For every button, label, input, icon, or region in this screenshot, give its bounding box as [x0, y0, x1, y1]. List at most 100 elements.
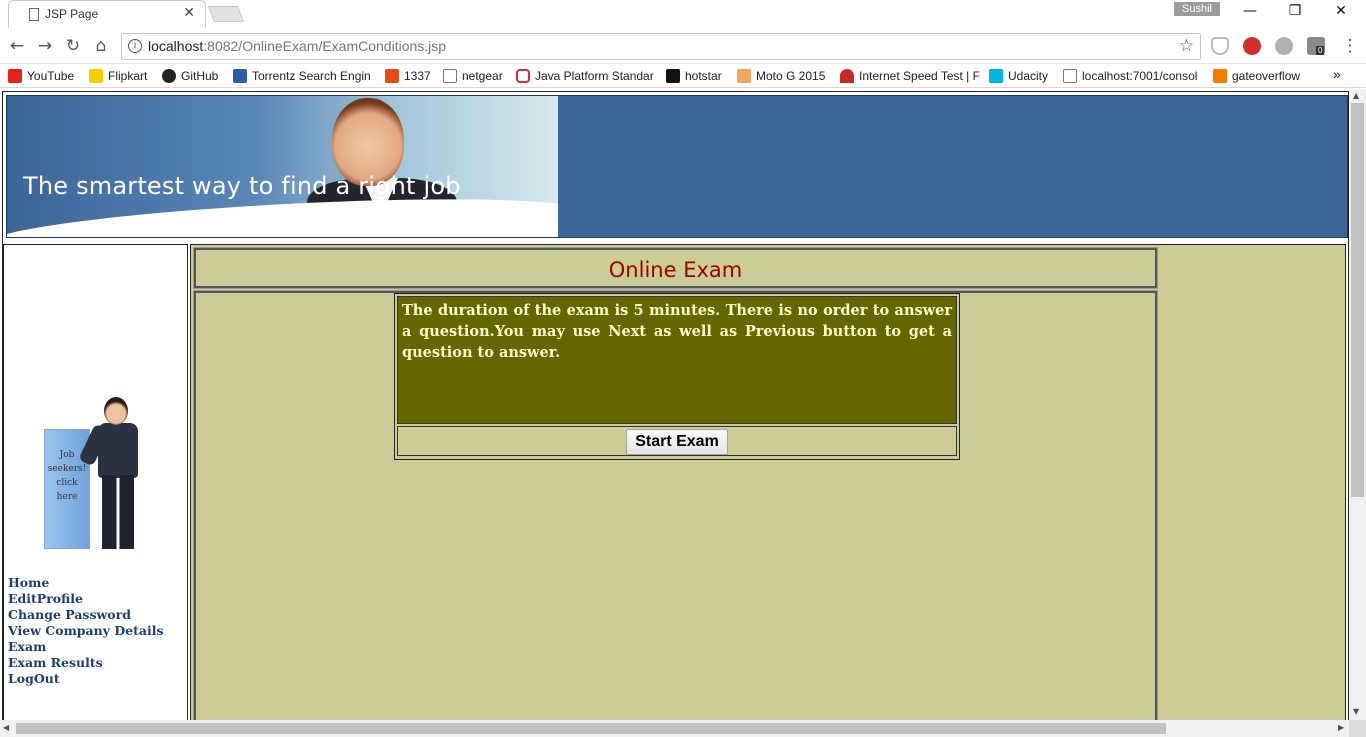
bookmark-label: 1337 — [404, 69, 431, 83]
body-cell: The duration of the exam is 5 minutes. T… — [193, 290, 1158, 720]
bookmark-label: GitHub — [181, 69, 219, 83]
bookmark-speedtest[interactable]: Internet Speed Test | F — [840, 67, 980, 85]
home-icon[interactable]: ⌂ — [89, 34, 113, 58]
torrentz-icon — [233, 69, 247, 83]
banner-tagline: The smartest way to find a right job — [23, 172, 461, 200]
scroll-right-icon[interactable]: ▶ — [1338, 723, 1344, 732]
bookmarks-bar: YouTube Flipkart GitHub Torrentz Search … — [0, 64, 1366, 88]
adblock-icon[interactable] — [1243, 37, 1261, 55]
bookmark-udacity[interactable]: Udacity — [989, 67, 1048, 85]
address-bar[interactable]: i localhost:8082/OnlineExam/ExamConditio… — [121, 33, 1201, 60]
restore-icon[interactable]: ❐ — [1280, 3, 1310, 23]
bookmark-label: Udacity — [1008, 69, 1049, 83]
bookmark-star-icon[interactable]: ☆ — [1179, 36, 1194, 56]
bookmark-label: netgear — [462, 69, 503, 83]
nav-link-logout[interactable]: LogOut — [8, 671, 164, 687]
start-exam-button[interactable]: Start Exam — [626, 429, 728, 455]
vertical-scrollbar[interactable]: ▲ ▼ — [1349, 89, 1366, 720]
nav-link-exam[interactable]: Exam — [8, 639, 164, 655]
forward-icon[interactable]: → — [33, 34, 57, 58]
page-viewport: The smartest way to find a right job Job… — [0, 89, 1349, 720]
main-content: Online Exam The duration of the exam is … — [190, 244, 1346, 720]
bookmark-1337[interactable]: 1337 — [385, 67, 431, 85]
bookmark-github[interactable]: GitHub — [162, 67, 218, 85]
oracle-icon — [516, 69, 530, 83]
bookmark-hotstar[interactable]: hotstar — [666, 67, 722, 85]
url-text[interactable]: localhost:8082/OnlineExam/ExamConditions… — [148, 38, 446, 54]
chrome-menu-icon[interactable]: ⋮ — [1338, 34, 1362, 58]
bookmark-youtube[interactable]: YouTube — [8, 67, 74, 85]
more-bookmarks-icon[interactable]: » — [1333, 66, 1341, 82]
bookmark-torrentz[interactable]: Torrentz Search Engin — [233, 67, 371, 85]
hotstar-icon — [666, 69, 680, 83]
close-tab-icon[interactable]: ✕ — [183, 5, 195, 21]
bookmark-label: Torrentz Search Engin — [252, 69, 371, 83]
start-button-row: Start Exam — [397, 426, 957, 456]
reload-icon[interactable]: ↻ — [61, 34, 85, 58]
bookmark-label: YouTube — [27, 69, 75, 83]
banner-image: The smartest way to find a right job — [7, 96, 558, 237]
youtube-icon — [8, 69, 22, 83]
ad-person-legs — [102, 475, 134, 549]
bookmark-label: localhost:7001/consol — [1082, 69, 1198, 83]
bookmark-netgear[interactable]: netgear — [443, 67, 503, 85]
page-title: Online Exam — [608, 258, 743, 282]
tab-strip: JSP Page ✕ Sushil — ❐ ✕ — [0, 0, 1366, 28]
shield-icon[interactable] — [1211, 37, 1229, 55]
profile-name[interactable]: Sushil — [1174, 2, 1220, 16]
bookmark-label: Flipkart — [108, 69, 148, 83]
page-icon — [443, 69, 457, 83]
url-path: :8082/OnlineExam/ExamConditions.jsp — [203, 38, 447, 54]
scroll-up-icon[interactable]: ▲ — [1353, 91, 1359, 100]
horizontal-scroll-thumb[interactable] — [16, 723, 1166, 734]
speedometer-icon — [840, 69, 854, 83]
page-icon — [1063, 69, 1077, 83]
close-window-icon[interactable]: ✕ — [1326, 3, 1356, 23]
exam-conditions-text: The duration of the exam is 5 minutes. T… — [397, 296, 957, 424]
ad-person-head — [104, 397, 128, 425]
extension-icon[interactable] — [1275, 37, 1293, 55]
site-info-icon[interactable]: i — [128, 39, 142, 53]
bookmark-label: Java Platform Standar — [535, 69, 654, 83]
page-icon — [29, 8, 39, 21]
browser-toolbar: ← → ↻ ⌂ i localhost:8082/OnlineExam/Exam… — [0, 28, 1366, 64]
nav-link-edit-profile[interactable]: EditProfile — [8, 591, 164, 607]
bookmark-label: hotstar — [685, 69, 722, 83]
sidebar: Job seekers! click here Home EditProfile… — [3, 244, 188, 720]
udacity-icon — [989, 69, 1003, 83]
scroll-down-icon[interactable]: ▼ — [1353, 707, 1359, 716]
tab-title: JSP Page — [45, 7, 99, 21]
browser-tab[interactable]: JSP Page ✕ — [8, 0, 206, 28]
right-column — [1160, 245, 1345, 720]
bookmark-localhost[interactable]: localhost:7001/consol — [1063, 67, 1197, 85]
exam-conditions-table: The duration of the exam is 5 minutes. T… — [394, 293, 960, 460]
bookmark-flipkart[interactable]: Flipkart — [89, 67, 147, 85]
nav-link-exam-results[interactable]: Exam Results — [8, 655, 164, 671]
github-icon — [162, 69, 176, 83]
extension-badge-icon[interactable]: 0 — [1307, 37, 1325, 55]
scroll-left-icon[interactable]: ◀ — [3, 723, 9, 732]
job-seekers-ad[interactable]: Job seekers! click here — [12, 395, 157, 555]
title-cell: Online Exam — [193, 247, 1158, 289]
bookmark-moto[interactable]: Moto G 2015 — [737, 67, 825, 85]
bookmark-java[interactable]: Java Platform Standar — [516, 67, 654, 85]
ad-person-body — [98, 423, 138, 478]
gateoverflow-icon — [1213, 69, 1227, 83]
nav-link-view-company-details[interactable]: View Company Details — [8, 623, 164, 639]
new-tab-button[interactable] — [208, 6, 244, 22]
sidebar-nav: Home EditProfile Change Password View Co… — [8, 575, 164, 687]
minimize-icon[interactable]: — — [1235, 3, 1265, 23]
bookmark-label: gateoverflow — [1232, 69, 1301, 83]
url-host: localhost — [148, 38, 204, 54]
nav-link-home[interactable]: Home — [8, 575, 164, 591]
scrollbar-corner — [1349, 720, 1366, 737]
nav-link-change-password[interactable]: Change Password — [8, 607, 164, 623]
back-icon[interactable]: ← — [5, 34, 29, 58]
site-banner: The smartest way to find a right job — [6, 95, 1348, 238]
flipkart-icon — [89, 69, 103, 83]
bookmark-label: Internet Speed Test | F — [859, 69, 980, 83]
vertical-scroll-thumb[interactable] — [1351, 103, 1364, 497]
bookmark-gateoverflow[interactable]: gateoverflow — [1213, 67, 1300, 85]
horizontal-scrollbar[interactable]: ◀ ▶ — [0, 720, 1349, 737]
extension-badge-count: 0 — [1316, 46, 1325, 55]
